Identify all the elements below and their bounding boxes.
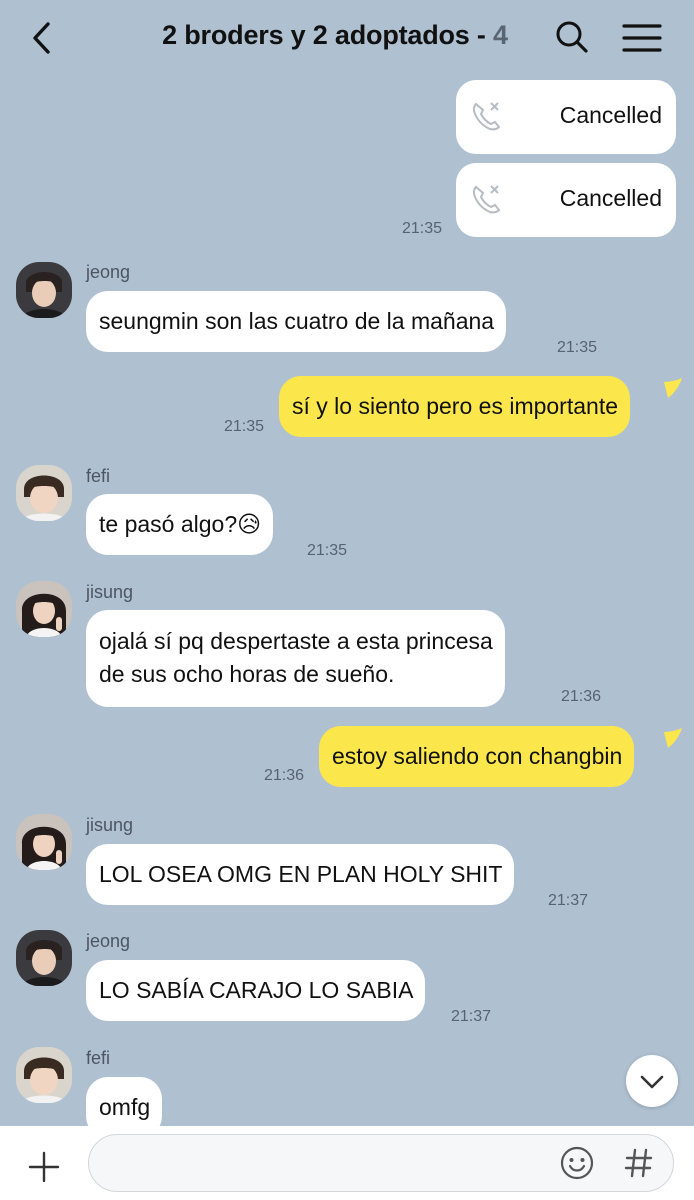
profile-photo (16, 1047, 72, 1103)
chevron-left-icon (33, 22, 50, 54)
message-bubble[interactable]: LOL OSEA OMG EN PLAN HOLY SHIT (86, 844, 515, 905)
message-time: 21:35 (557, 339, 598, 356)
chevron-down-icon (640, 1075, 664, 1089)
message-text: LO SABÍA CARAJO LO SABIA (99, 977, 414, 1003)
message-bubble[interactable]: seungmin son las cuatro de la mañana (86, 291, 507, 352)
message-text: LOL OSEA OMG EN PLAN HOLY SHIT (99, 861, 503, 887)
profile-photo (16, 465, 72, 521)
cancelled-call-bubble[interactable]: Cancelled (456, 163, 676, 237)
hashtag-icon (624, 1148, 653, 1178)
profile-photo (16, 930, 72, 986)
avatar-jeong[interactable] (16, 930, 72, 986)
sender-name: fefi (86, 466, 111, 486)
message-text: sí y lo siento pero es importante (292, 393, 618, 419)
avatar-jisung[interactable] (16, 581, 72, 637)
message-text: te pasó algo?😥 (99, 511, 262, 537)
sender-name: jisung (86, 582, 134, 602)
profile-photo (16, 581, 72, 637)
avatar-fefi[interactable] (16, 465, 72, 521)
sender-name: jeong (86, 931, 131, 951)
emoji-button[interactable] (559, 1145, 595, 1181)
search-button[interactable] (552, 18, 594, 58)
menu-button[interactable] (620, 20, 664, 56)
message-time: 21:35 (224, 418, 265, 435)
bubble-tail (664, 378, 682, 398)
attach-button[interactable] (26, 1149, 62, 1185)
message-bubble[interactable]: ojalá sí pq despertaste a esta princesa … (86, 610, 505, 707)
message-time: 21:36 (561, 688, 602, 705)
avatar-jeong[interactable] (16, 262, 72, 318)
missed-call-icon (472, 185, 501, 214)
my-message-bubble[interactable]: estoy saliendo con changbin (319, 726, 635, 787)
cancelled-call-bubble[interactable]: Cancelled (456, 80, 676, 154)
member-count: 4 (493, 20, 508, 50)
message-text: estoy saliendo con changbin (332, 743, 623, 769)
hamburger-menu-icon (622, 24, 662, 52)
scroll-to-bottom-button[interactable] (626, 1055, 678, 1107)
back-button[interactable] (26, 18, 62, 58)
message-input[interactable] (107, 1143, 551, 1183)
message-bubble[interactable]: te pasó algo?😥 (86, 494, 274, 555)
message-time: 21:36 (264, 767, 305, 784)
message-text: seungmin son las cuatro de la mañana (99, 308, 495, 334)
search-icon (556, 21, 588, 53)
profile-photo (16, 814, 72, 870)
sender-name: fefi (86, 1048, 111, 1068)
call-status-label: Cancelled (559, 185, 662, 211)
avatar-jisung[interactable] (16, 814, 72, 870)
sender-name: jisung (86, 815, 134, 835)
message-time: 21:35 (307, 542, 348, 559)
missed-call-icon (472, 102, 501, 131)
message-time: 21:37 (548, 892, 589, 909)
message-text-line: ojalá sí pq despertaste a esta princesa (99, 628, 493, 654)
chat-title: 2 broders y 2 adoptados - 4 (100, 20, 570, 51)
call-status-label: Cancelled (559, 102, 662, 128)
smiley-icon (560, 1146, 594, 1180)
message-time: 21:35 (402, 220, 443, 237)
message-input-container[interactable] (88, 1134, 674, 1192)
message-composer (0, 1126, 694, 1200)
chat-title-text: 2 broders y 2 adoptados - (162, 20, 494, 50)
plus-icon (28, 1151, 60, 1183)
message-text: omfg (99, 1094, 151, 1120)
message-time: 21:37 (451, 1008, 492, 1025)
hashtag-button[interactable] (621, 1145, 657, 1181)
message-bubble[interactable]: LO SABÍA CARAJO LO SABIA (86, 960, 426, 1021)
avatar-fefi[interactable] (16, 1047, 72, 1103)
bubble-tail (664, 728, 682, 748)
my-message-bubble[interactable]: sí y lo siento pero es importante (279, 376, 630, 437)
profile-photo (16, 262, 72, 318)
sender-name: jeong (86, 262, 131, 282)
message-text-line: de sus ocho horas de sueño. (99, 661, 395, 687)
chat-header: 2 broders y 2 adoptados - 4 (0, 0, 694, 76)
